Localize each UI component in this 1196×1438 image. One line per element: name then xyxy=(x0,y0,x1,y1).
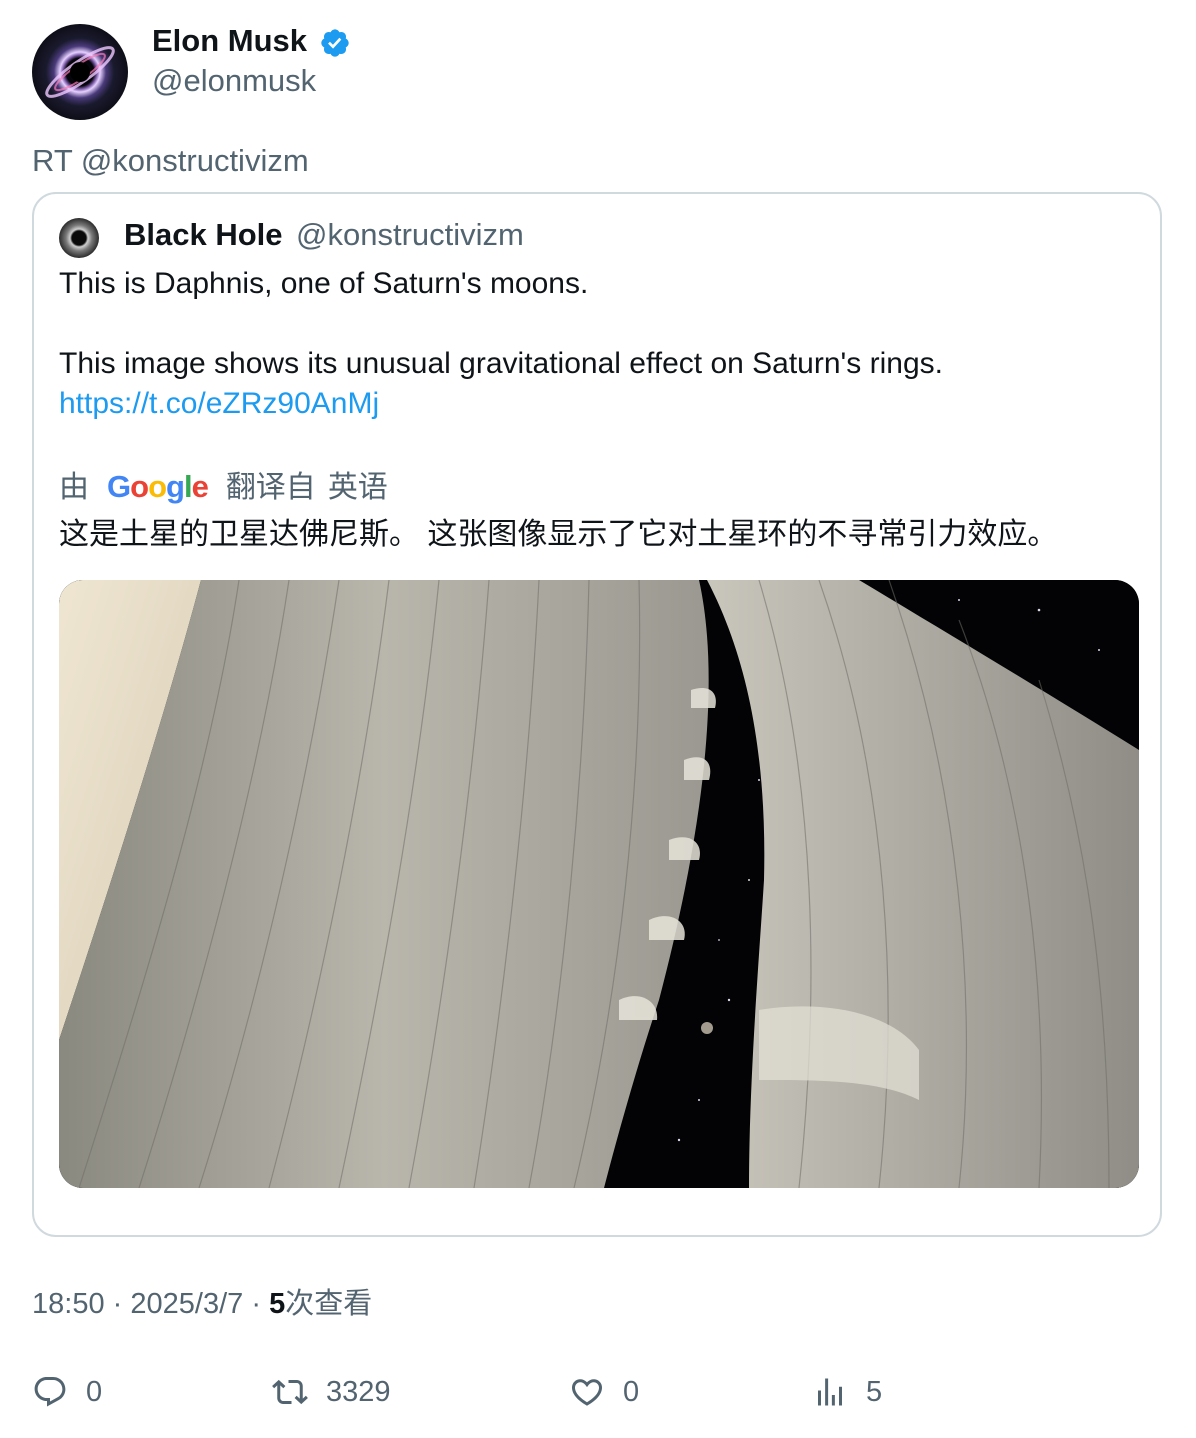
tweet-meta: 18:50 · 2025/3/7 · 5次查看 xyxy=(32,1285,372,1323)
saturn-rings-image xyxy=(59,580,1139,1188)
quoted-author-handle[interactable]: @konstructivizm xyxy=(296,216,524,254)
verified-badge-icon xyxy=(321,29,349,57)
views-button[interactable]: 5 xyxy=(812,1372,882,1412)
quoted-author-name[interactable]: Black Hole xyxy=(124,216,283,254)
like-count: 0 xyxy=(623,1375,640,1408)
google-logo: Google xyxy=(107,469,209,504)
views-count: 5 xyxy=(269,1288,286,1320)
translation-source-language: 英语 xyxy=(327,471,388,504)
analytics-icon xyxy=(818,1378,842,1406)
retweet-icon xyxy=(272,1379,308,1405)
retweet-button[interactable]: 3329 xyxy=(272,1372,391,1412)
quoted-author-avatar[interactable] xyxy=(59,218,99,258)
translation-attribution: 由 Google 翻译自 英语 xyxy=(59,467,388,508)
tweet-media-image[interactable] xyxy=(59,580,1139,1188)
translation-source-label: 翻译自 xyxy=(225,471,316,504)
retweet-count: 3329 xyxy=(326,1375,391,1408)
quoted-link[interactable]: https://t.co/eZRz90AnMj xyxy=(59,384,379,424)
views-action-count: 5 xyxy=(866,1375,883,1408)
author-name[interactable]: Elon Musk xyxy=(152,22,307,60)
reply-icon xyxy=(34,1377,66,1407)
author-handle[interactable]: @elonmusk xyxy=(152,62,316,100)
like-button[interactable]: 0 xyxy=(569,1372,639,1412)
reply-button[interactable]: 0 xyxy=(32,1372,102,1412)
reply-count: 0 xyxy=(86,1375,103,1408)
meta-separator: · xyxy=(251,1288,261,1320)
quoted-text-line1: This is Daphnis, one of Saturn's moons. xyxy=(59,267,589,300)
translated-text: 这是土星的卫星达佛尼斯。 这张图像显示了它对土星环的不寻常引力效应。 xyxy=(59,518,1058,551)
quoted-text-line2: This image shows its unusual gravitation… xyxy=(59,347,943,380)
translation-by-label: 由 xyxy=(59,471,89,504)
retweet-text: RT @konstructivizm xyxy=(32,143,309,178)
quoted-tweet-card[interactable]: Black Hole @konstructivizm This is Daphn… xyxy=(32,192,1162,1237)
tweet-time[interactable]: 18:50 xyxy=(32,1288,105,1320)
heart-icon xyxy=(571,1379,603,1406)
author-avatar[interactable] xyxy=(32,24,128,120)
meta-separator: · xyxy=(112,1288,123,1320)
views-label: 次查看 xyxy=(285,1288,373,1320)
tweet-date[interactable]: 2025/3/7 xyxy=(130,1288,243,1320)
